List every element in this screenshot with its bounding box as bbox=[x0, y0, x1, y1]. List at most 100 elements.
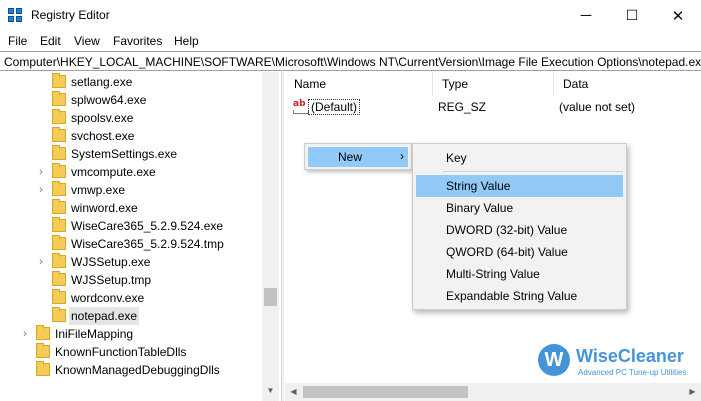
tree-item[interactable]: › IniFileMapping bbox=[0, 325, 262, 343]
folder-icon bbox=[52, 307, 66, 322]
chevron-right-icon[interactable]: › bbox=[20, 325, 30, 343]
tree-item[interactable]: WiseCare365_5.2.9.524.tmp bbox=[0, 235, 262, 253]
scroll-left-icon[interactable]: ◀ bbox=[285, 383, 302, 401]
tree-item-label: notepad.exe bbox=[69, 307, 140, 325]
table-row[interactable]: (Default) bbox=[308, 98, 361, 116]
title-bar: Registry Editor ─ ☐ ✕ bbox=[0, 0, 701, 31]
tree-item[interactable]: WiseCare365_5.2.9.524.exe bbox=[0, 217, 262, 235]
menu-favorites[interactable]: Favorites bbox=[113, 34, 162, 48]
scroll-down-icon[interactable]: ▼ bbox=[262, 383, 279, 399]
folder-icon bbox=[52, 271, 66, 286]
menu-item-label: New bbox=[338, 150, 363, 164]
folder-icon bbox=[52, 181, 66, 196]
menu-help[interactable]: Help bbox=[174, 34, 199, 48]
folder-icon bbox=[36, 343, 50, 358]
string-value-icon: ab bbox=[293, 99, 309, 115]
folder-icon bbox=[52, 253, 66, 268]
address-path[interactable]: Computer\HKEY_LOCAL_MACHINE\SOFTWARE\Mic… bbox=[4, 55, 701, 69]
tree-item[interactable]: SystemSettings.exe bbox=[0, 145, 262, 163]
tree-item[interactable]: › vmcompute.exe bbox=[0, 163, 262, 181]
tree-scrollbar[interactable]: ▼ bbox=[262, 72, 279, 401]
folder-icon bbox=[36, 325, 50, 340]
tree-item[interactable]: KnownManagedDebuggingDlls bbox=[0, 361, 262, 379]
tree-item-label: setlang.exe bbox=[71, 75, 133, 89]
tree-item[interactable]: svchost.exe bbox=[0, 127, 262, 145]
key-tree[interactable]: setlang.exe splwow64.exe spoolsv.exe svc… bbox=[0, 72, 280, 401]
menu-item-dword-value[interactable]: DWORD (32-bit) Value bbox=[416, 219, 623, 241]
registry-editor-icon bbox=[8, 8, 24, 24]
menu-item-new[interactable]: New › bbox=[308, 147, 408, 167]
folder-icon bbox=[52, 91, 66, 106]
new-submenu: Key String Value Binary Value DWORD (32-… bbox=[412, 143, 627, 310]
wisecleaner-logo-icon: W bbox=[538, 344, 570, 376]
folder-icon bbox=[52, 217, 66, 232]
folder-icon bbox=[52, 289, 66, 304]
tree-item-label: vmcompute.exe bbox=[71, 165, 156, 179]
tree-item-label: IniFileMapping bbox=[55, 327, 134, 341]
pane-splitter[interactable] bbox=[281, 72, 284, 401]
tree-item[interactable]: spoolsv.exe bbox=[0, 109, 262, 127]
tree-item-label: SystemSettings.exe bbox=[71, 147, 178, 161]
list-hscrollbar[interactable]: ◀ ▶ bbox=[285, 383, 701, 401]
menu-separator bbox=[443, 171, 623, 172]
tree-item[interactable]: setlang.exe bbox=[0, 73, 262, 91]
menu-edit[interactable]: Edit bbox=[40, 34, 61, 48]
menu-item-multi-string-value[interactable]: Multi-String Value bbox=[416, 263, 623, 285]
context-menu: New › bbox=[304, 143, 412, 170]
menu-file[interactable]: File bbox=[8, 34, 27, 48]
tree-item-label: vmwp.exe bbox=[71, 183, 126, 197]
menu-item-key[interactable]: Key bbox=[416, 147, 623, 169]
tree-item[interactable]: › vmwp.exe bbox=[0, 181, 262, 199]
value-type: REG_SZ bbox=[438, 100, 487, 114]
value-name: (Default) bbox=[308, 99, 361, 115]
column-header-type[interactable]: Type bbox=[433, 72, 554, 96]
tree-item[interactable]: › WJSSetup.exe bbox=[0, 253, 262, 271]
tree-item[interactable]: splwow64.exe bbox=[0, 91, 262, 109]
tree-item-label: WiseCare365_5.2.9.524.tmp bbox=[71, 237, 224, 251]
column-header-name[interactable]: Name bbox=[285, 72, 433, 96]
tree-item-label: splwow64.exe bbox=[71, 93, 147, 107]
maximize-button[interactable]: ☐ bbox=[609, 0, 655, 31]
menu-bar: File Edit View Favorites Help bbox=[0, 31, 701, 51]
tree-item-label: svchost.exe bbox=[71, 129, 135, 143]
scrollbar-thumb[interactable] bbox=[303, 386, 468, 398]
chevron-right-icon[interactable]: › bbox=[36, 163, 46, 181]
menu-item-expandable-string-value[interactable]: Expandable String Value bbox=[416, 285, 623, 307]
minimize-button[interactable]: ─ bbox=[563, 0, 609, 31]
tree-item-label: spoolsv.exe bbox=[71, 111, 134, 125]
wisecleaner-watermark: W WiseCleaner Advanced PC Tune-up Utilit… bbox=[532, 340, 701, 384]
tree-item-label: KnownManagedDebuggingDlls bbox=[55, 363, 220, 377]
window-title: Registry Editor bbox=[31, 8, 110, 22]
address-bar[interactable]: Computer\HKEY_LOCAL_MACHINE\SOFTWARE\Mic… bbox=[0, 51, 701, 71]
folder-icon bbox=[52, 235, 66, 250]
menu-item-qword-value[interactable]: QWORD (64-bit) Value bbox=[416, 241, 623, 263]
column-header-data[interactable]: Data bbox=[554, 72, 701, 96]
tree-item-label: WiseCare365_5.2.9.524.exe bbox=[71, 219, 224, 233]
folder-icon bbox=[52, 73, 66, 88]
menu-item-string-value[interactable]: String Value bbox=[416, 175, 623, 197]
chevron-right-icon[interactable]: › bbox=[36, 181, 46, 199]
tree-item-label: WJSSetup.tmp bbox=[71, 273, 152, 287]
scroll-right-icon[interactable]: ▶ bbox=[684, 383, 701, 401]
tree-item[interactable]: WJSSetup.tmp bbox=[0, 271, 262, 289]
tree-item-label: wordconv.exe bbox=[71, 291, 145, 305]
chevron-right-icon[interactable]: › bbox=[36, 253, 46, 271]
menu-view[interactable]: View bbox=[74, 34, 100, 48]
folder-icon bbox=[36, 361, 50, 376]
watermark-brand: WiseCleaner bbox=[576, 346, 684, 366]
folder-icon bbox=[52, 127, 66, 142]
folder-icon bbox=[52, 163, 66, 178]
folder-icon bbox=[52, 199, 66, 214]
folder-icon bbox=[52, 109, 66, 124]
value-data: (value not set) bbox=[559, 100, 636, 114]
tree-item-label: KnownFunctionTableDlls bbox=[55, 345, 187, 359]
tree-item-label: WJSSetup.exe bbox=[71, 255, 151, 269]
close-button[interactable]: ✕ bbox=[655, 0, 701, 31]
menu-item-binary-value[interactable]: Binary Value bbox=[416, 197, 623, 219]
tree-item-selected[interactable]: notepad.exe bbox=[0, 307, 262, 325]
tree-item[interactable]: wordconv.exe bbox=[0, 289, 262, 307]
tree-item[interactable]: winword.exe bbox=[0, 199, 262, 217]
scrollbar-thumb[interactable] bbox=[264, 288, 277, 306]
tree-item[interactable]: KnownFunctionTableDlls bbox=[0, 343, 262, 361]
tree-item-label: winword.exe bbox=[71, 201, 138, 215]
